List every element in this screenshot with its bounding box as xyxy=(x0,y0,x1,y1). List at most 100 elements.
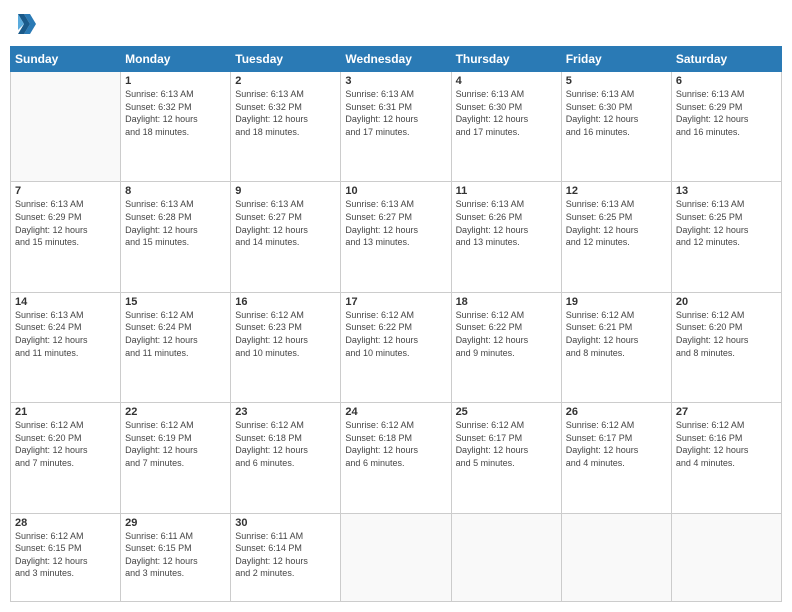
calendar-cell: 8Sunrise: 6:13 AM Sunset: 6:28 PM Daylig… xyxy=(121,182,231,292)
day-info: Sunrise: 6:12 AM Sunset: 6:19 PM Dayligh… xyxy=(125,419,226,469)
day-number: 2 xyxy=(235,75,336,87)
day-number: 5 xyxy=(566,75,667,87)
day-info: Sunrise: 6:12 AM Sunset: 6:17 PM Dayligh… xyxy=(566,419,667,469)
calendar-cell: 26Sunrise: 6:12 AM Sunset: 6:17 PM Dayli… xyxy=(561,403,671,513)
day-number: 4 xyxy=(456,75,557,87)
day-info: Sunrise: 6:12 AM Sunset: 6:22 PM Dayligh… xyxy=(456,309,557,359)
day-info: Sunrise: 6:13 AM Sunset: 6:24 PM Dayligh… xyxy=(15,309,116,359)
calendar-cell: 16Sunrise: 6:12 AM Sunset: 6:23 PM Dayli… xyxy=(231,292,341,402)
calendar-cell: 4Sunrise: 6:13 AM Sunset: 6:30 PM Daylig… xyxy=(451,72,561,182)
day-number: 24 xyxy=(345,406,446,418)
calendar-week-row: 21Sunrise: 6:12 AM Sunset: 6:20 PM Dayli… xyxy=(11,403,782,513)
day-info: Sunrise: 6:12 AM Sunset: 6:21 PM Dayligh… xyxy=(566,309,667,359)
day-number: 13 xyxy=(676,185,777,197)
day-info: Sunrise: 6:11 AM Sunset: 6:15 PM Dayligh… xyxy=(125,530,226,580)
calendar-week-row: 14Sunrise: 6:13 AM Sunset: 6:24 PM Dayli… xyxy=(11,292,782,402)
calendar-week-row: 7Sunrise: 6:13 AM Sunset: 6:29 PM Daylig… xyxy=(11,182,782,292)
day-number: 11 xyxy=(456,185,557,197)
day-number: 10 xyxy=(345,185,446,197)
calendar-cell: 3Sunrise: 6:13 AM Sunset: 6:31 PM Daylig… xyxy=(341,72,451,182)
day-number: 26 xyxy=(566,406,667,418)
header-tuesday: Tuesday xyxy=(231,47,341,72)
calendar-cell: 10Sunrise: 6:13 AM Sunset: 6:27 PM Dayli… xyxy=(341,182,451,292)
day-info: Sunrise: 6:12 AM Sunset: 6:23 PM Dayligh… xyxy=(235,309,336,359)
day-number: 16 xyxy=(235,296,336,308)
calendar-cell: 13Sunrise: 6:13 AM Sunset: 6:25 PM Dayli… xyxy=(671,182,781,292)
calendar-cell xyxy=(561,513,671,601)
calendar-cell: 6Sunrise: 6:13 AM Sunset: 6:29 PM Daylig… xyxy=(671,72,781,182)
calendar-week-row: 1Sunrise: 6:13 AM Sunset: 6:32 PM Daylig… xyxy=(11,72,782,182)
day-number: 14 xyxy=(15,296,116,308)
header-sunday: Sunday xyxy=(11,47,121,72)
calendar-cell: 2Sunrise: 6:13 AM Sunset: 6:32 PM Daylig… xyxy=(231,72,341,182)
day-info: Sunrise: 6:13 AM Sunset: 6:30 PM Dayligh… xyxy=(566,88,667,138)
day-number: 18 xyxy=(456,296,557,308)
calendar-cell xyxy=(341,513,451,601)
day-info: Sunrise: 6:13 AM Sunset: 6:29 PM Dayligh… xyxy=(676,88,777,138)
day-number: 12 xyxy=(566,185,667,197)
calendar-cell: 21Sunrise: 6:12 AM Sunset: 6:20 PM Dayli… xyxy=(11,403,121,513)
calendar-cell: 22Sunrise: 6:12 AM Sunset: 6:19 PM Dayli… xyxy=(121,403,231,513)
day-info: Sunrise: 6:13 AM Sunset: 6:27 PM Dayligh… xyxy=(235,198,336,248)
calendar-cell: 15Sunrise: 6:12 AM Sunset: 6:24 PM Dayli… xyxy=(121,292,231,402)
day-info: Sunrise: 6:12 AM Sunset: 6:18 PM Dayligh… xyxy=(345,419,446,469)
day-number: 23 xyxy=(235,406,336,418)
day-info: Sunrise: 6:13 AM Sunset: 6:26 PM Dayligh… xyxy=(456,198,557,248)
calendar-cell: 1Sunrise: 6:13 AM Sunset: 6:32 PM Daylig… xyxy=(121,72,231,182)
day-info: Sunrise: 6:13 AM Sunset: 6:25 PM Dayligh… xyxy=(566,198,667,248)
calendar-header-row: SundayMondayTuesdayWednesdayThursdayFrid… xyxy=(11,47,782,72)
day-info: Sunrise: 6:13 AM Sunset: 6:32 PM Dayligh… xyxy=(125,88,226,138)
logo-icon xyxy=(10,10,38,38)
day-number: 27 xyxy=(676,406,777,418)
day-info: Sunrise: 6:12 AM Sunset: 6:20 PM Dayligh… xyxy=(15,419,116,469)
day-info: Sunrise: 6:13 AM Sunset: 6:27 PM Dayligh… xyxy=(345,198,446,248)
calendar-cell xyxy=(671,513,781,601)
calendar-cell: 27Sunrise: 6:12 AM Sunset: 6:16 PM Dayli… xyxy=(671,403,781,513)
calendar: SundayMondayTuesdayWednesdayThursdayFrid… xyxy=(10,46,782,602)
day-info: Sunrise: 6:12 AM Sunset: 6:17 PM Dayligh… xyxy=(456,419,557,469)
header-wednesday: Wednesday xyxy=(341,47,451,72)
day-info: Sunrise: 6:13 AM Sunset: 6:28 PM Dayligh… xyxy=(125,198,226,248)
calendar-cell: 17Sunrise: 6:12 AM Sunset: 6:22 PM Dayli… xyxy=(341,292,451,402)
calendar-cell: 20Sunrise: 6:12 AM Sunset: 6:20 PM Dayli… xyxy=(671,292,781,402)
day-number: 15 xyxy=(125,296,226,308)
calendar-cell: 30Sunrise: 6:11 AM Sunset: 6:14 PM Dayli… xyxy=(231,513,341,601)
day-number: 19 xyxy=(566,296,667,308)
day-info: Sunrise: 6:13 AM Sunset: 6:25 PM Dayligh… xyxy=(676,198,777,248)
day-info: Sunrise: 6:12 AM Sunset: 6:18 PM Dayligh… xyxy=(235,419,336,469)
calendar-cell: 12Sunrise: 6:13 AM Sunset: 6:25 PM Dayli… xyxy=(561,182,671,292)
day-info: Sunrise: 6:13 AM Sunset: 6:29 PM Dayligh… xyxy=(15,198,116,248)
day-info: Sunrise: 6:12 AM Sunset: 6:24 PM Dayligh… xyxy=(125,309,226,359)
day-number: 29 xyxy=(125,517,226,529)
calendar-cell: 28Sunrise: 6:12 AM Sunset: 6:15 PM Dayli… xyxy=(11,513,121,601)
logo xyxy=(10,10,42,38)
day-info: Sunrise: 6:12 AM Sunset: 6:22 PM Dayligh… xyxy=(345,309,446,359)
day-number: 25 xyxy=(456,406,557,418)
day-number: 30 xyxy=(235,517,336,529)
header-thursday: Thursday xyxy=(451,47,561,72)
day-number: 20 xyxy=(676,296,777,308)
calendar-cell: 18Sunrise: 6:12 AM Sunset: 6:22 PM Dayli… xyxy=(451,292,561,402)
day-number: 1 xyxy=(125,75,226,87)
day-info: Sunrise: 6:12 AM Sunset: 6:20 PM Dayligh… xyxy=(676,309,777,359)
day-number: 6 xyxy=(676,75,777,87)
calendar-cell: 24Sunrise: 6:12 AM Sunset: 6:18 PM Dayli… xyxy=(341,403,451,513)
day-info: Sunrise: 6:12 AM Sunset: 6:16 PM Dayligh… xyxy=(676,419,777,469)
header-monday: Monday xyxy=(121,47,231,72)
calendar-cell: 29Sunrise: 6:11 AM Sunset: 6:15 PM Dayli… xyxy=(121,513,231,601)
day-number: 21 xyxy=(15,406,116,418)
calendar-cell: 25Sunrise: 6:12 AM Sunset: 6:17 PM Dayli… xyxy=(451,403,561,513)
day-number: 8 xyxy=(125,185,226,197)
calendar-cell: 7Sunrise: 6:13 AM Sunset: 6:29 PM Daylig… xyxy=(11,182,121,292)
day-number: 3 xyxy=(345,75,446,87)
day-number: 7 xyxy=(15,185,116,197)
calendar-week-row: 28Sunrise: 6:12 AM Sunset: 6:15 PM Dayli… xyxy=(11,513,782,601)
calendar-cell: 11Sunrise: 6:13 AM Sunset: 6:26 PM Dayli… xyxy=(451,182,561,292)
day-number: 9 xyxy=(235,185,336,197)
day-number: 22 xyxy=(125,406,226,418)
day-info: Sunrise: 6:13 AM Sunset: 6:32 PM Dayligh… xyxy=(235,88,336,138)
calendar-cell xyxy=(451,513,561,601)
day-info: Sunrise: 6:12 AM Sunset: 6:15 PM Dayligh… xyxy=(15,530,116,580)
day-info: Sunrise: 6:13 AM Sunset: 6:30 PM Dayligh… xyxy=(456,88,557,138)
day-number: 28 xyxy=(15,517,116,529)
